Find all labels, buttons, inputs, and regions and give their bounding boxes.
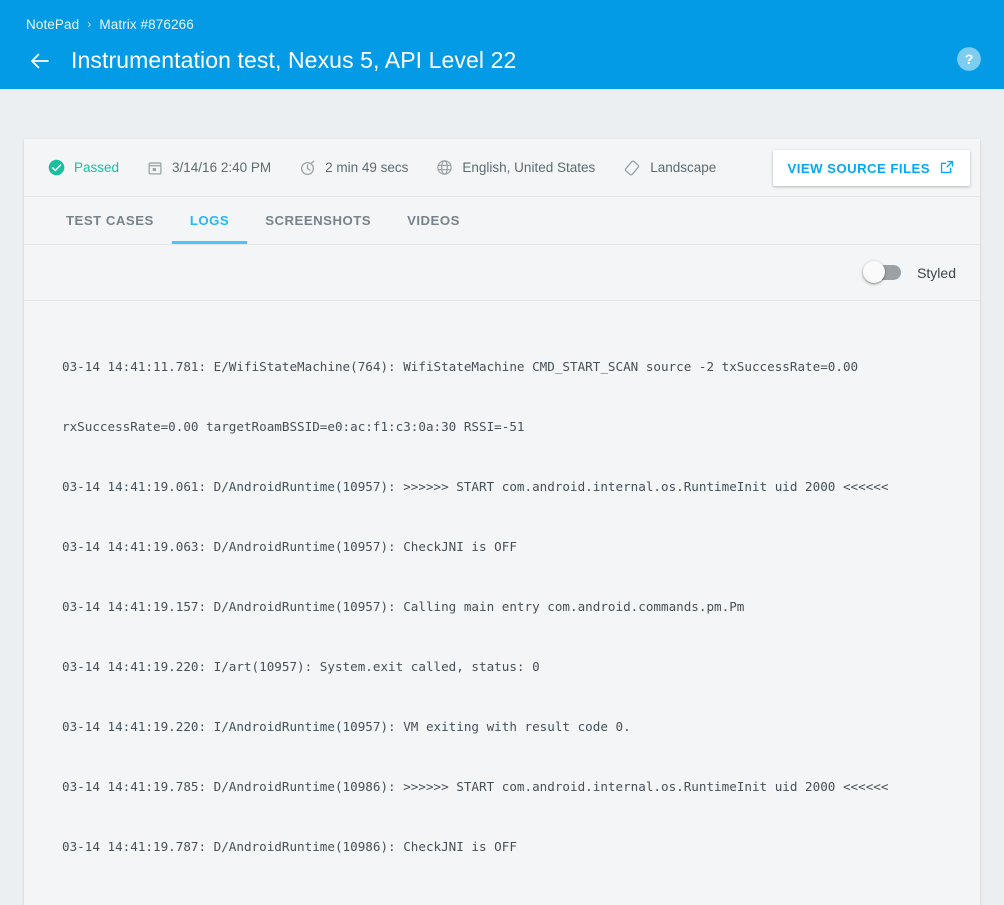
log-line: rxSuccessRate=0.00 targetRoamBSSID=e0:ac…: [62, 417, 956, 437]
breadcrumb: NotePad › Matrix #876266: [26, 14, 984, 34]
calendar-icon: [147, 160, 163, 176]
styled-toggle-knob[interactable]: [863, 261, 885, 283]
date-meta: 3/14/16 2:40 PM: [147, 160, 271, 176]
tab-bar: TEST CASES LOGS SCREENSHOTS VIDEOS: [24, 197, 980, 245]
status-label: Passed: [74, 160, 119, 175]
duration-label: 2 min 49 secs: [325, 160, 408, 175]
breadcrumb-app-link[interactable]: NotePad: [26, 17, 79, 32]
globe-icon: [436, 159, 453, 176]
tab-test-cases-label: TEST CASES: [66, 213, 154, 228]
tab-test-cases[interactable]: TEST CASES: [48, 196, 172, 244]
view-source-files-button[interactable]: VIEW SOURCE FILES: [773, 150, 970, 186]
log-line: 03-14 14:41:11.781: E/WifiStateMachine(7…: [62, 357, 956, 377]
breadcrumb-matrix-link[interactable]: Matrix #876266: [99, 17, 193, 32]
app-bar: NotePad › Matrix #876266 Instrumentation…: [0, 0, 1004, 89]
tab-screenshots[interactable]: SCREENSHOTS: [247, 196, 389, 244]
page-title: Instrumentation test, Nexus 5, API Level…: [71, 47, 516, 74]
help-circle-icon[interactable]: ?: [956, 46, 982, 72]
tab-logs-label: LOGS: [190, 213, 229, 228]
status-badge: Passed: [48, 159, 119, 176]
svg-text:?: ?: [965, 51, 974, 67]
duration-meta: 2 min 49 secs: [299, 159, 408, 176]
stopwatch-icon: [299, 159, 316, 176]
styled-toggle[interactable]: Styled: [865, 265, 956, 281]
tab-videos-label: VIDEOS: [407, 213, 460, 228]
check-circle-icon: [48, 159, 65, 176]
date-label: 3/14/16 2:40 PM: [172, 160, 271, 175]
test-result-card: Passed 3/14/16 2:40 PM 2: [24, 139, 980, 905]
log-line: 03-14 14:41:19.220: I/AndroidRuntime(109…: [62, 717, 956, 737]
orientation-label: Landscape: [650, 160, 716, 175]
screen-rotation-icon: [623, 159, 641, 177]
title-row: Instrumentation test, Nexus 5, API Level…: [24, 47, 984, 74]
tab-logs[interactable]: LOGS: [172, 196, 247, 244]
toggle-row: Styled: [24, 245, 980, 301]
log-line: 03-14 14:41:19.063: D/AndroidRuntime(109…: [62, 537, 956, 557]
external-link-icon: [939, 159, 955, 178]
log-line: 03-14 14:41:19.061: D/AndroidRuntime(109…: [62, 477, 956, 497]
arrow-left-icon[interactable]: [27, 48, 53, 74]
log-line: 03-14 14:41:19.787: D/AndroidRuntime(109…: [62, 837, 956, 857]
tab-screenshots-label: SCREENSHOTS: [265, 213, 371, 228]
orientation-meta: Landscape: [623, 159, 716, 177]
log-line: 03-14 14:41:19.157: D/AndroidRuntime(109…: [62, 597, 956, 617]
locale-meta: English, United States: [436, 159, 595, 176]
log-line: 03-14 14:41:19.220: I/art(10957): System…: [62, 657, 956, 677]
styled-toggle-track[interactable]: [865, 265, 901, 280]
styled-toggle-label: Styled: [917, 265, 956, 281]
tab-videos[interactable]: VIDEOS: [389, 196, 478, 244]
breadcrumb-separator-icon: ›: [87, 17, 91, 31]
log-output[interactable]: 03-14 14:41:11.781: E/WifiStateMachine(7…: [24, 301, 980, 905]
locale-label: English, United States: [462, 160, 595, 175]
summary-bar: Passed 3/14/16 2:40 PM 2: [24, 139, 980, 197]
log-line: 03-14 14:41:19.785: D/AndroidRuntime(109…: [62, 777, 956, 797]
view-source-files-label: VIEW SOURCE FILES: [788, 161, 930, 176]
